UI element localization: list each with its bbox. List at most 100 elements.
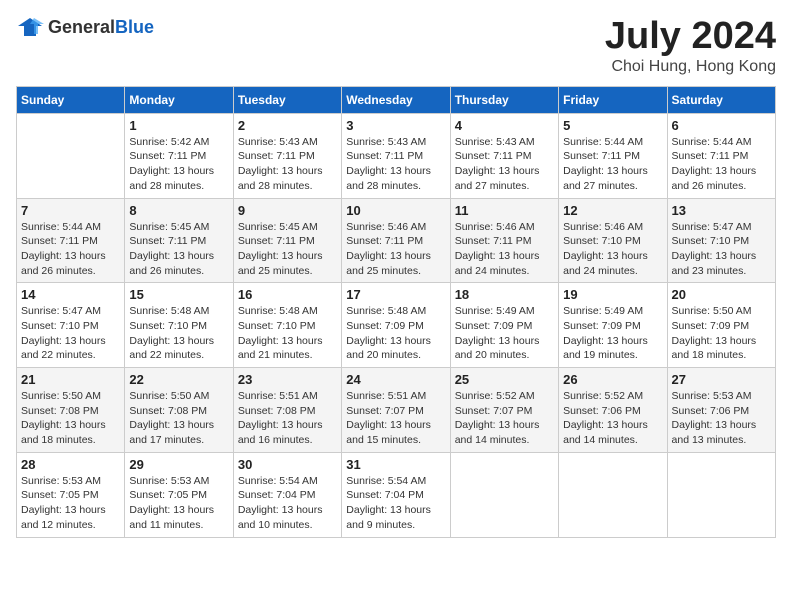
cell-info: Sunrise: 5:52 AM Sunset: 7:06 PM Dayligh… — [563, 389, 662, 448]
cell-info: Sunrise: 5:43 AM Sunset: 7:11 PM Dayligh… — [238, 135, 337, 194]
cell-info: Sunrise: 5:42 AM Sunset: 7:11 PM Dayligh… — [129, 135, 228, 194]
cell-info: Sunrise: 5:53 AM Sunset: 7:05 PM Dayligh… — [129, 474, 228, 533]
calendar-cell: 28 Sunrise: 5:53 AM Sunset: 7:05 PM Dayli… — [17, 452, 125, 537]
logo-general: General — [48, 17, 115, 37]
logo: GeneralBlue — [16, 16, 154, 38]
cell-info: Sunrise: 5:51 AM Sunset: 7:07 PM Dayligh… — [346, 389, 445, 448]
calendar-cell: 14 Sunrise: 5:47 AM Sunset: 7:10 PM Dayli… — [17, 283, 125, 368]
calendar-cell: 27 Sunrise: 5:53 AM Sunset: 7:06 PM Dayli… — [667, 368, 775, 453]
calendar-cell: 26Sunrise: 5:52 AM Sunset: 7:06 PM Dayli… — [559, 368, 667, 453]
calendar-cell: 1Sunrise: 5:42 AM Sunset: 7:11 PM Daylig… — [125, 113, 233, 198]
cell-info: Sunrise: 5:53 AM Sunset: 7:06 PM Dayligh… — [672, 389, 771, 448]
cell-info: Sunrise: 5:50 AM Sunset: 7:08 PM Dayligh… — [21, 389, 120, 448]
cell-info: Sunrise: 5:52 AM Sunset: 7:07 PM Dayligh… — [455, 389, 554, 448]
weekday-header-sunday: Sunday — [17, 86, 125, 113]
calendar-cell: 13 Sunrise: 5:47 AM Sunset: 7:10 PM Dayli… — [667, 198, 775, 283]
cell-info: Sunrise: 5:54 AM Sunset: 7:04 PM Dayligh… — [238, 474, 337, 533]
day-number: 6 — [672, 118, 771, 133]
day-number: 3 — [346, 118, 445, 133]
calendar-cell: 25 Sunrise: 5:52 AM Sunset: 7:07 PM Dayli… — [450, 368, 558, 453]
day-number: 22 — [129, 372, 228, 387]
day-number: 29 — [129, 457, 228, 472]
calendar-cell: 31 Sunrise: 5:54 AM Sunset: 7:04 PM Dayli… — [342, 452, 450, 537]
day-number: 4 — [455, 118, 554, 133]
logo-icon — [16, 16, 44, 38]
cell-info: Sunrise: 5:50 AM Sunset: 7:08 PM Dayligh… — [129, 389, 228, 448]
calendar-cell: 21Sunrise: 5:50 AM Sunset: 7:08 PM Dayli… — [17, 368, 125, 453]
day-number: 18 — [455, 287, 554, 302]
day-number: 23 — [238, 372, 337, 387]
cell-info: Sunrise: 5:50 AM Sunset: 7:09 PM Dayligh… — [672, 304, 771, 363]
weekday-header-friday: Friday — [559, 86, 667, 113]
calendar-cell: 17 Sunrise: 5:48 AM Sunset: 7:09 PM Dayli… — [342, 283, 450, 368]
calendar-cell: 5 Sunrise: 5:44 AM Sunset: 7:11 PM Daylig… — [559, 113, 667, 198]
day-number: 10 — [346, 203, 445, 218]
calendar-table: SundayMondayTuesdayWednesdayThursdayFrid… — [16, 86, 776, 538]
day-number: 27 — [672, 372, 771, 387]
day-number: 16 — [238, 287, 337, 302]
day-number: 11 — [455, 203, 554, 218]
cell-info: Sunrise: 5:43 AM Sunset: 7:11 PM Dayligh… — [346, 135, 445, 194]
calendar-cell: 2 Sunrise: 5:43 AM Sunset: 7:11 PM Daylig… — [233, 113, 341, 198]
day-number: 15 — [129, 287, 228, 302]
cell-info: Sunrise: 5:47 AM Sunset: 7:10 PM Dayligh… — [672, 220, 771, 279]
cell-info: Sunrise: 5:48 AM Sunset: 7:10 PM Dayligh… — [238, 304, 337, 363]
calendar-cell: 15 Sunrise: 5:48 AM Sunset: 7:10 PM Dayli… — [125, 283, 233, 368]
day-number: 9 — [238, 203, 337, 218]
calendar-cell: 4 Sunrise: 5:43 AM Sunset: 7:11 PM Daylig… — [450, 113, 558, 198]
cell-info: Sunrise: 5:44 AM Sunset: 7:11 PM Dayligh… — [672, 135, 771, 194]
calendar-cell — [559, 452, 667, 537]
cell-info: Sunrise: 5:48 AM Sunset: 7:09 PM Dayligh… — [346, 304, 445, 363]
calendar-cell: 29 Sunrise: 5:53 AM Sunset: 7:05 PM Dayli… — [125, 452, 233, 537]
calendar-cell: 11 Sunrise: 5:46 AM Sunset: 7:11 PM Dayli… — [450, 198, 558, 283]
logo-text: GeneralBlue — [48, 17, 154, 38]
day-number: 31 — [346, 457, 445, 472]
day-number: 5 — [563, 118, 662, 133]
day-number: 17 — [346, 287, 445, 302]
day-number: 28 — [21, 457, 120, 472]
calendar-cell: 3 Sunrise: 5:43 AM Sunset: 7:11 PM Daylig… — [342, 113, 450, 198]
cell-info: Sunrise: 5:49 AM Sunset: 7:09 PM Dayligh… — [455, 304, 554, 363]
cell-info: Sunrise: 5:44 AM Sunset: 7:11 PM Dayligh… — [21, 220, 120, 279]
weekday-header-tuesday: Tuesday — [233, 86, 341, 113]
location-subtitle: Choi Hung, Hong Kong — [605, 58, 776, 76]
day-number: 13 — [672, 203, 771, 218]
calendar-cell: 6 Sunrise: 5:44 AM Sunset: 7:11 PM Daylig… — [667, 113, 775, 198]
calendar-cell: 8Sunrise: 5:45 AM Sunset: 7:11 PM Daylig… — [125, 198, 233, 283]
day-number: 7 — [21, 203, 120, 218]
header: GeneralBlue July 2024 Choi Hung, Hong Ko… — [16, 16, 776, 76]
calendar-week-row: 14 Sunrise: 5:47 AM Sunset: 7:10 PM Dayli… — [17, 283, 776, 368]
cell-info: Sunrise: 5:43 AM Sunset: 7:11 PM Dayligh… — [455, 135, 554, 194]
cell-info: Sunrise: 5:48 AM Sunset: 7:10 PM Dayligh… — [129, 304, 228, 363]
title-area: July 2024 Choi Hung, Hong Kong — [605, 16, 776, 76]
day-number: 24 — [346, 372, 445, 387]
cell-info: Sunrise: 5:54 AM Sunset: 7:04 PM Dayligh… — [346, 474, 445, 533]
calendar-cell: 10Sunrise: 5:46 AM Sunset: 7:11 PM Dayli… — [342, 198, 450, 283]
calendar-cell: 24 Sunrise: 5:51 AM Sunset: 7:07 PM Dayli… — [342, 368, 450, 453]
logo-blue: Blue — [115, 17, 154, 37]
cell-info: Sunrise: 5:44 AM Sunset: 7:11 PM Dayligh… — [563, 135, 662, 194]
calendar-week-row: 21Sunrise: 5:50 AM Sunset: 7:08 PM Dayli… — [17, 368, 776, 453]
day-number: 12 — [563, 203, 662, 218]
calendar-cell: 9 Sunrise: 5:45 AM Sunset: 7:11 PM Daylig… — [233, 198, 341, 283]
day-number: 14 — [21, 287, 120, 302]
calendar-cell: 12 Sunrise: 5:46 AM Sunset: 7:10 PM Dayli… — [559, 198, 667, 283]
calendar-cell: 7 Sunrise: 5:44 AM Sunset: 7:11 PM Daylig… — [17, 198, 125, 283]
cell-info: Sunrise: 5:47 AM Sunset: 7:10 PM Dayligh… — [21, 304, 120, 363]
calendar-cell: 16 Sunrise: 5:48 AM Sunset: 7:10 PM Dayli… — [233, 283, 341, 368]
calendar-cell: 20Sunrise: 5:50 AM Sunset: 7:09 PM Dayli… — [667, 283, 775, 368]
weekday-header-row: SundayMondayTuesdayWednesdayThursdayFrid… — [17, 86, 776, 113]
day-number: 8 — [129, 203, 228, 218]
calendar-week-row: 28 Sunrise: 5:53 AM Sunset: 7:05 PM Dayli… — [17, 452, 776, 537]
day-number: 19 — [563, 287, 662, 302]
day-number: 25 — [455, 372, 554, 387]
calendar-week-row: 1Sunrise: 5:42 AM Sunset: 7:11 PM Daylig… — [17, 113, 776, 198]
cell-info: Sunrise: 5:45 AM Sunset: 7:11 PM Dayligh… — [238, 220, 337, 279]
calendar-cell: 22 Sunrise: 5:50 AM Sunset: 7:08 PM Dayli… — [125, 368, 233, 453]
day-number: 30 — [238, 457, 337, 472]
cell-info: Sunrise: 5:53 AM Sunset: 7:05 PM Dayligh… — [21, 474, 120, 533]
cell-info: Sunrise: 5:51 AM Sunset: 7:08 PM Dayligh… — [238, 389, 337, 448]
cell-info: Sunrise: 5:46 AM Sunset: 7:11 PM Dayligh… — [455, 220, 554, 279]
cell-info: Sunrise: 5:46 AM Sunset: 7:10 PM Dayligh… — [563, 220, 662, 279]
day-number: 2 — [238, 118, 337, 133]
